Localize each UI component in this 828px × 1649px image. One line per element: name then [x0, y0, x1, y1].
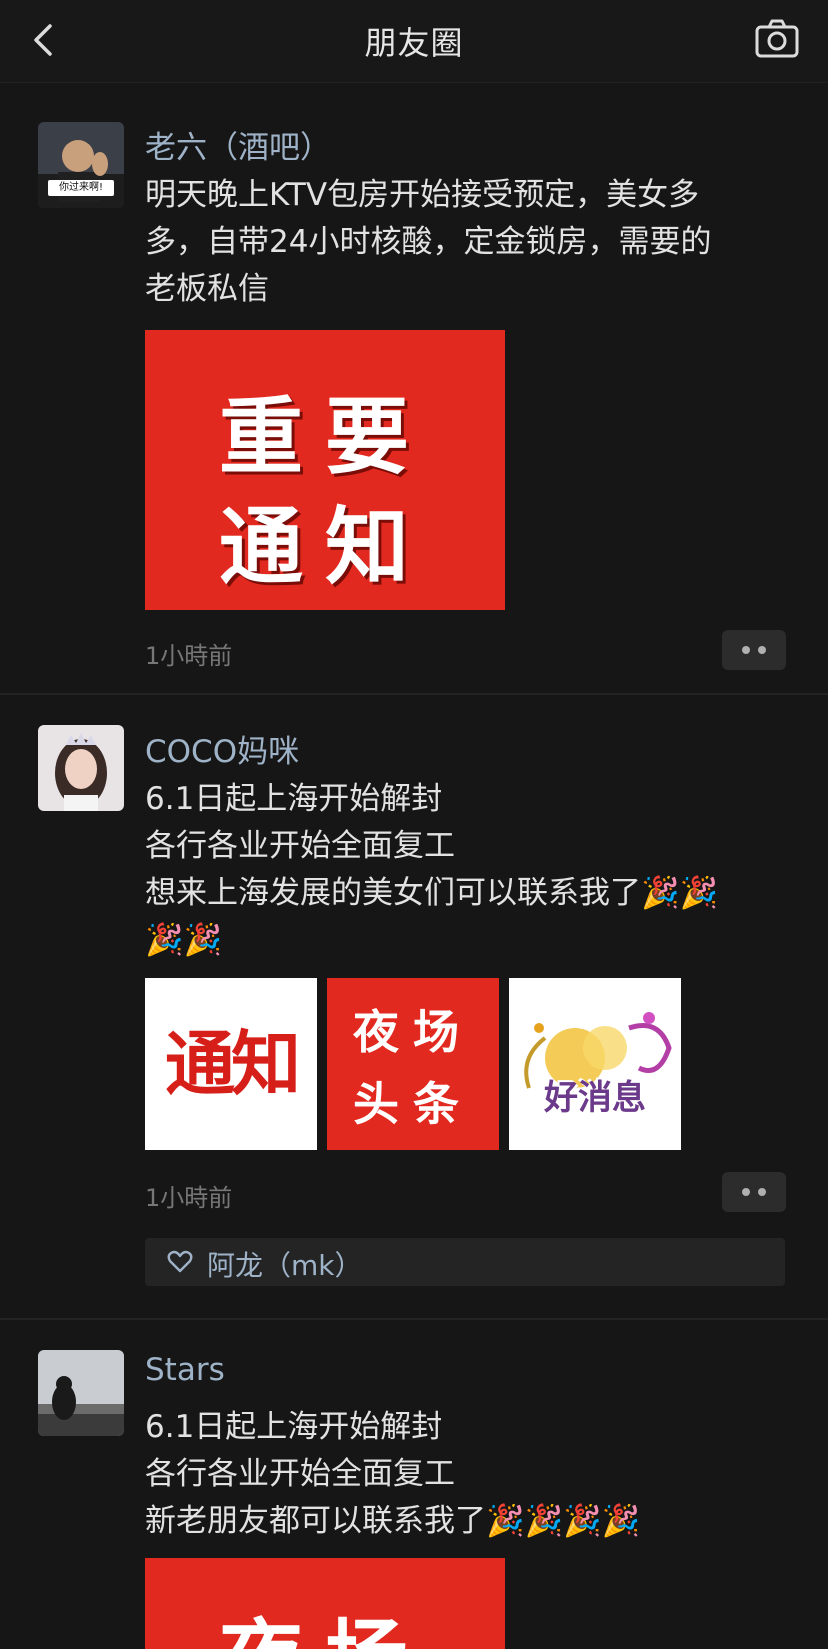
post-image[interactable]: 夜场 头条	[327, 978, 499, 1150]
post-text-line: 各行各业开始全面复工	[145, 828, 455, 864]
page-title: 朋友圈	[364, 24, 464, 62]
post-text: 明天晚上KTV包房开始接受预定，美女多 多，自带24小时核酸，定金锁房，需要的 …	[145, 172, 795, 313]
post-time: 1小時前	[145, 1184, 233, 1212]
image-text: 好消息	[544, 1078, 646, 1118]
post-text: 6.1日起上海开始解封 各行各业开始全面复工 想来上海发展的美女们可以联系我了🎉…	[145, 776, 795, 964]
image-text: 夜场	[145, 1592, 505, 1649]
top-bar: 朋友圈	[0, 0, 828, 83]
post-time: 1小時前	[145, 642, 233, 670]
post-author-name[interactable]: 老六（酒吧）	[145, 122, 331, 167]
heart-icon	[167, 1250, 193, 1273]
image-text: 通知	[165, 1023, 301, 1105]
post-text-line: 多，自带24小时核酸，定金锁房，需要的	[145, 224, 712, 260]
image-text-line: 重要	[218, 387, 431, 486]
likes-bar: 阿龙（mk）	[145, 1238, 785, 1286]
post-divider	[0, 693, 828, 695]
post-text-line: 6.1日起上海开始解封	[145, 781, 443, 817]
post-image[interactable]: 好消息	[509, 978, 681, 1150]
post-image[interactable]: 通知	[145, 978, 317, 1150]
image-text-line: 夜场	[353, 1005, 473, 1059]
dot-icon	[742, 1188, 750, 1196]
more-actions-button[interactable]	[722, 1172, 786, 1212]
liker-name[interactable]: 阿龙（mk）	[207, 1244, 363, 1284]
dot-icon	[742, 646, 750, 654]
avatar-photo-icon	[38, 725, 124, 811]
avatar-caption: 你过来啊!	[48, 180, 114, 196]
post-author-name[interactable]: Stars	[145, 1352, 225, 1388]
image-text-line: 通知	[218, 497, 431, 596]
post-text-line: 各行各业开始全面复工	[145, 1456, 455, 1492]
post-image[interactable]: 重要 通知	[145, 330, 505, 610]
post-text-line: 🎉🎉	[145, 922, 223, 958]
flower-decoration-icon	[524, 1012, 672, 1089]
dot-icon	[758, 1188, 766, 1196]
post-image[interactable]: 夜场	[145, 1558, 505, 1649]
avatar-photo-icon	[38, 1350, 124, 1436]
post-text: 6.1日起上海开始解封 各行各业开始全面复工 新老朋友都可以联系我了🎉🎉🎉🎉	[145, 1404, 795, 1545]
post-text-line: 想来上海发展的美女们可以联系我了🎉🎉	[145, 875, 719, 911]
post-text-line: 新老朋友都可以联系我了🎉🎉🎉🎉	[145, 1503, 641, 1539]
post-text-line: 6.1日起上海开始解封	[145, 1409, 443, 1445]
avatar[interactable]: 你过来啊!	[38, 122, 124, 208]
post-author-name[interactable]: COCO妈咪	[145, 726, 299, 771]
avatar[interactable]	[38, 1350, 124, 1436]
post-text-line: 明天晚上KTV包房开始接受预定，美女多	[145, 177, 700, 213]
camera-icon[interactable]	[754, 18, 800, 60]
post-text-line: 老板私信	[145, 271, 269, 307]
dot-icon	[758, 646, 766, 654]
avatar[interactable]	[38, 725, 124, 811]
more-actions-button[interactable]	[722, 630, 786, 670]
image-text-line: 头条	[353, 1077, 473, 1131]
post-divider	[0, 1318, 828, 1320]
